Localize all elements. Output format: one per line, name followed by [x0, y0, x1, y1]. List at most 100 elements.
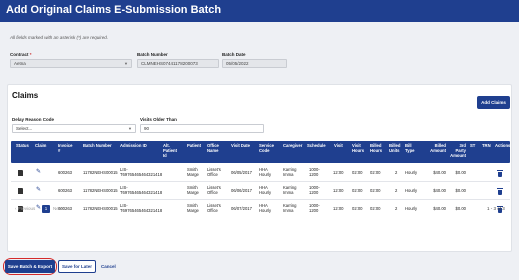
col-office-name[interactable]: Office Name: [207, 143, 219, 153]
contract-label: Contract *: [10, 52, 32, 57]
table-row: ✎ 600263 11782NEHS00015 LIS- T69765465464…: [11, 201, 510, 218]
col-trn[interactable]: TRN: [482, 143, 491, 148]
col-service-code[interactable]: Service Code: [259, 143, 274, 153]
visit-hours-cell: 02:00: [352, 206, 363, 211]
visit-date-cell: 06/07/2017: [231, 206, 252, 211]
caregiver-cell: Karring Imma: [283, 185, 297, 195]
service-code-cell: HHA Hourly: [259, 203, 272, 213]
document-icon[interactable]: [18, 170, 23, 176]
office-cell: Lisset's Office: [207, 185, 221, 195]
pagination-count: 1 - 3 of 3: [487, 206, 505, 211]
patient-cell: Smith Marge: [187, 167, 199, 177]
batch-date-label: Batch Date: [222, 52, 246, 57]
edit-icon[interactable]: ✎: [36, 187, 41, 193]
visit-hours-cell: 02:00: [352, 188, 363, 193]
bill-type-cell: Hourly: [405, 188, 418, 193]
col-billed-units[interactable]: Billed Units: [389, 143, 400, 153]
bill-type-cell: Hourly: [405, 206, 418, 211]
col-visit-date[interactable]: Visit Date: [231, 143, 250, 148]
col-third-party-amount[interactable]: 3rd Party Amount: [449, 143, 466, 158]
col-bill-type[interactable]: Bill Type: [405, 143, 414, 153]
batch-number-cell: 11782NEHS00015: [83, 170, 118, 175]
office-cell: Lisset's Office: [207, 167, 221, 177]
visit-cell: 12:00: [333, 188, 344, 193]
schedule-cell: 1000- 1200: [309, 203, 320, 213]
third-party-amount-cell: $0.00: [455, 206, 466, 211]
visit-date-cell: 06/05/2017: [231, 170, 252, 175]
edit-icon[interactable]: ✎: [36, 205, 41, 211]
third-party-amount-cell: $0.00: [455, 188, 466, 193]
col-billed-amount[interactable]: Billed Amount: [421, 143, 446, 153]
chevron-down-icon: ▼: [124, 61, 128, 66]
billed-amount-cell: $40.00: [433, 188, 446, 193]
col-status[interactable]: Status: [16, 143, 29, 148]
col-claim[interactable]: Claim: [35, 143, 46, 148]
bill-type-cell: Hourly: [405, 170, 418, 175]
billed-units-cell: 2: [395, 206, 398, 211]
claims-title: Claims: [12, 91, 39, 100]
delay-reason-label: Delay Reason Code: [12, 117, 55, 122]
col-schedule[interactable]: Schedule: [307, 143, 326, 148]
visit-hours-cell: 02:00: [352, 170, 363, 175]
trash-icon[interactable]: [497, 188, 503, 195]
col-st[interactable]: ST: [470, 143, 475, 148]
claims-table-header: Status Claim Invoice # Batch Number Admis…: [11, 141, 510, 163]
col-actions: Actions: [495, 143, 511, 148]
document-icon[interactable]: [18, 188, 23, 194]
batch-number-label: Batch Number: [137, 52, 168, 57]
col-alt-patient-id[interactable]: Alt. Patient Id: [163, 143, 177, 158]
third-party-amount-cell: $0.00: [455, 170, 466, 175]
batch-number-cell: 11782NEHS00015: [83, 206, 118, 211]
col-visit[interactable]: Visit: [334, 143, 343, 148]
previous-page-button[interactable]: ‹ Previous: [15, 206, 35, 211]
admission-id-cell: LIS- T69765465464321418: [120, 185, 163, 195]
admission-id-cell: LIS- T69765465464321418: [120, 167, 163, 177]
col-visit-hours[interactable]: Visit Hours: [352, 143, 364, 153]
col-admission-id[interactable]: Admission ID: [120, 143, 147, 148]
patient-cell: Smith Marge: [187, 185, 199, 195]
save-batch-export-button[interactable]: Save Batch & Export: [5, 260, 55, 273]
billed-units-cell: 2: [395, 170, 398, 175]
col-billed-hours[interactable]: Billed Hours: [370, 143, 382, 153]
col-invoice[interactable]: Invoice #: [58, 143, 72, 153]
office-cell: Lisset's Office: [207, 203, 221, 213]
billed-units-cell: 2: [395, 188, 398, 193]
caregiver-cell: Karring Imma: [283, 203, 297, 213]
contract-select[interactable]: Aetna ▼: [10, 59, 132, 68]
save-for-later-button[interactable]: Save for Later: [58, 260, 96, 273]
col-caregiver[interactable]: Caregiver: [283, 143, 302, 148]
cancel-button[interactable]: Cancel: [101, 260, 116, 273]
batch-number-cell: 11782NEHS00015: [83, 188, 118, 193]
batch-number-field[interactable]: CLMNEHS07441178200073: [137, 59, 219, 68]
billed-amount-cell: $40.00: [433, 170, 446, 175]
service-code-cell: HHA Hourly: [259, 185, 272, 195]
schedule-cell: 1000- 1200: [309, 167, 320, 177]
billed-hours-cell: 02:00: [370, 206, 381, 211]
add-claims-button[interactable]: Add Claims: [477, 96, 510, 109]
chevron-down-icon: ▼: [128, 126, 132, 131]
batch-date-field[interactable]: 05/05/2022: [222, 59, 287, 68]
table-row: ✎ 600263 11782NEHS00015 LIS- T69765465464…: [11, 183, 510, 200]
admission-id-cell: LIS- T69765465464321418: [120, 203, 163, 213]
visit-cell: 12:00: [333, 206, 344, 211]
col-patient[interactable]: Patient: [187, 143, 201, 148]
edit-icon[interactable]: ✎: [36, 169, 41, 175]
page-title: Add Original Claims E-Submission Batch: [6, 4, 222, 16]
invoice-cell: 600263: [58, 170, 72, 175]
required-note: All fields marked with an asterisk (*) a…: [10, 35, 109, 40]
billed-amount-cell: $40.00: [433, 206, 446, 211]
next-page-button[interactable]: Next ›: [53, 206, 65, 211]
schedule-cell: 1000- 1200: [309, 185, 320, 195]
visits-older-input[interactable]: 90: [140, 124, 264, 133]
footer-actions: Save Batch & Export Save for Later Cance…: [0, 258, 519, 280]
visit-cell: 12:00: [333, 170, 344, 175]
page-1-button[interactable]: 1: [42, 205, 50, 213]
trash-icon[interactable]: [497, 170, 503, 177]
delay-reason-select[interactable]: Select... ▼: [12, 124, 136, 133]
header-bar: Add Original Claims E-Submission Batch: [0, 0, 519, 22]
col-batch-number[interactable]: Batch Number: [83, 143, 112, 148]
visit-date-cell: 06/06/2017: [231, 188, 252, 193]
table-row: ✎ 600263 11782NEHS00015 LIS- T69765465464…: [11, 165, 510, 182]
service-code-cell: HHA Hourly: [259, 167, 272, 177]
invoice-cell: 600263: [58, 188, 72, 193]
